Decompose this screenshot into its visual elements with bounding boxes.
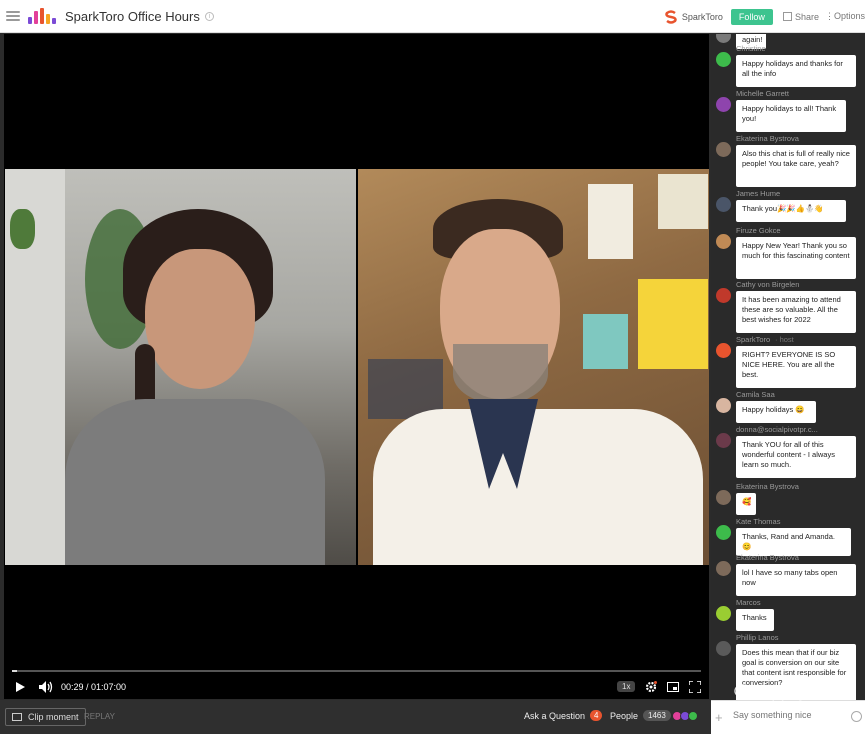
question-count-badge: 4 <box>590 710 603 721</box>
avatar[interactable] <box>716 142 731 157</box>
chat-input-bar: + <box>711 700 865 734</box>
share-label: Share <box>794 11 819 22</box>
sparktoro-logo-icon <box>665 9 677 24</box>
avatar[interactable] <box>716 343 731 358</box>
people-button[interactable]: People 1463 <box>610 710 698 721</box>
people-avatars <box>671 710 698 721</box>
follow-button[interactable]: Follow <box>730 8 773 25</box>
avatar[interactable] <box>716 197 731 212</box>
avatar[interactable] <box>716 525 731 540</box>
chat-author-name[interactable]: Cathy von Birgelen <box>736 280 799 289</box>
top-bar: SparkToro Office Hours i SparkToro Follo… <box>0 0 865 33</box>
chat-message-text: 🥰 <box>736 493 756 515</box>
settings-icon[interactable] <box>645 681 657 693</box>
chat-author-name[interactable]: Kate Thomas <box>736 517 780 526</box>
chat-author-name[interactable]: Ekaterina Bystrova <box>736 482 799 491</box>
watermark: Appify <box>734 682 807 702</box>
chat-author-name[interactable]: James Hume <box>736 189 780 198</box>
clip-label: Clip moment <box>28 712 79 722</box>
chat-message-text: Happy holidays 😄 <box>736 401 816 423</box>
chat-author-name[interactable]: SparkToro <box>736 335 770 344</box>
chat-author-name[interactable]: Ekaterina Bystrova <box>736 553 799 562</box>
avatar[interactable] <box>716 398 731 413</box>
chat-author-name[interactable]: Ekaterina Bystrova <box>736 134 799 143</box>
ask-question-button[interactable]: Ask a Question 4 <box>524 710 603 721</box>
avatar[interactable] <box>716 606 731 621</box>
ask-label: Ask a Question <box>524 710 586 721</box>
wechat-icon <box>734 684 756 700</box>
chat-author-name[interactable]: Phillip Lanos <box>736 633 779 642</box>
picture-in-picture-icon[interactable] <box>667 681 679 693</box>
chat-message-text: Thanks <box>736 609 774 631</box>
avatar[interactable] <box>716 641 731 656</box>
chat-author-name[interactable]: donna@socialpivotpr.c... <box>736 425 818 434</box>
bottom-bar: Clip moment REPLAY Ask a Question 4 Peop… <box>0 700 711 734</box>
people-count-badge: 1463 <box>643 710 671 721</box>
chat-message-text: lol I have so many tabs open now <box>736 564 856 596</box>
host-name[interactable]: SparkToro <box>682 12 723 22</box>
video-stage[interactable]: 00:29 / 01:07:00 1x <box>4 34 709 699</box>
time-display: 00:29 / 01:07:00 <box>61 682 127 692</box>
progress-bar[interactable] <box>12 670 701 672</box>
chat-message-text: Thank you🎉🎉👍⛄👋 <box>736 200 846 222</box>
chat-message-text: It has been amazing to attend these are … <box>736 291 856 333</box>
chat-message-text: Thank YOU for all of this wonderful cont… <box>736 436 856 478</box>
chat-message-text: Happy holidays and thanks for all the in… <box>736 55 856 87</box>
avatar[interactable] <box>716 433 731 448</box>
avatar[interactable] <box>716 234 731 249</box>
clip-icon <box>12 713 22 721</box>
avatar[interactable] <box>716 288 731 303</box>
menu-icon[interactable] <box>6 11 20 21</box>
volume-icon[interactable] <box>39 681 53 693</box>
chat-message-text: RIGHT? EVERYONE IS SO NICE HERE. You are… <box>736 346 856 388</box>
avatar[interactable] <box>716 561 731 576</box>
avatar[interactable] <box>716 97 731 112</box>
options-label: Options <box>833 11 865 21</box>
watermark-text: Appify <box>760 682 808 701</box>
people-label: People <box>610 710 639 721</box>
chat-author-name[interactable]: Camila Saa <box>736 390 775 399</box>
play-icon[interactable] <box>16 682 25 692</box>
emoji-icon[interactable] <box>851 711 862 722</box>
plus-icon[interactable]: + <box>715 710 723 725</box>
chat-author-name[interactable]: Firuze Gokce <box>736 226 781 235</box>
app-logo <box>28 8 56 24</box>
chat-author-name[interactable]: Michelle Garrett <box>736 89 789 98</box>
share-icon <box>782 12 792 21</box>
avatar[interactable] <box>716 490 731 505</box>
host-tag: · host <box>775 335 794 344</box>
fullscreen-icon[interactable] <box>689 681 701 693</box>
chat-author-name[interactable]: Christine <box>736 44 766 53</box>
avatar[interactable] <box>716 34 731 43</box>
chat-author-name[interactable]: Marcos <box>736 598 761 607</box>
clip-moment-button[interactable]: Clip moment <box>5 708 86 726</box>
share-button[interactable]: Share <box>782 11 819 22</box>
chat-input[interactable] <box>733 710 843 720</box>
replay-label: REPLAY <box>84 712 115 721</box>
player-controls: 00:29 / 01:07:00 1x <box>4 664 709 699</box>
chat-panel[interactable]: again! Christine Happy holidays and thanks… <box>711 34 865 700</box>
speed-button[interactable]: 1x <box>617 681 636 692</box>
avatar[interactable] <box>716 52 731 67</box>
options-button[interactable]: ⋮Options <box>825 11 865 22</box>
progress-fill <box>12 670 17 672</box>
video-feed-left <box>5 169 356 565</box>
chat-message-text: Happy New Year! Thank you so much for th… <box>736 237 856 279</box>
page-title: SparkToro Office Hours <box>65 8 200 24</box>
chat-message-text: Thanks, Rand and Amanda. 😊 <box>736 528 851 556</box>
info-icon[interactable]: i <box>204 11 214 21</box>
chat-message-text: Also this chat is full of really nice pe… <box>736 145 856 187</box>
video-feed-right <box>358 169 709 565</box>
chat-message-text: Happy holidays to all! Thank you! <box>736 100 846 132</box>
